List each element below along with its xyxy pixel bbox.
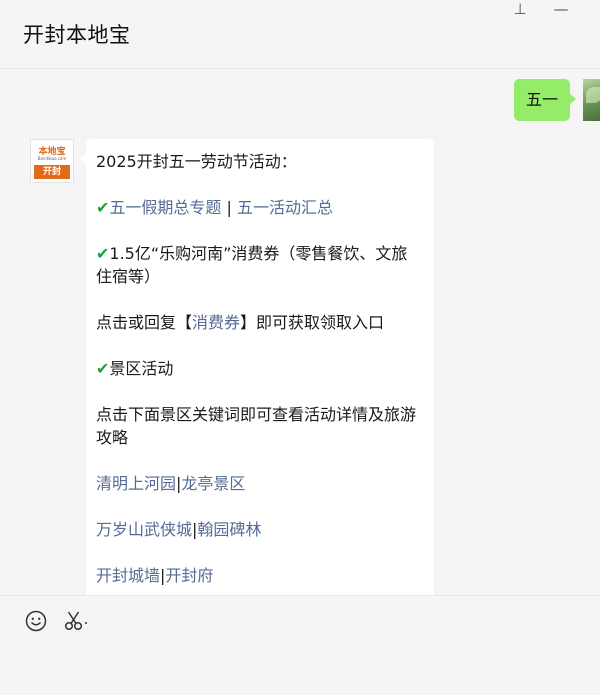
- link-qingming-park[interactable]: 清明上河园: [96, 474, 176, 493]
- scenic-heading: 景区活动: [109, 359, 174, 378]
- link-activity-summary[interactable]: 五一活动汇总: [237, 198, 333, 217]
- coupon-reply-before: 点击或回复【: [96, 313, 193, 332]
- link-kaifeng-fu[interactable]: 开封府: [165, 566, 213, 585]
- message-line-links-1: 清明上河园|龙亭景区: [96, 472, 422, 495]
- logo-domain-text: Bendibao.com: [37, 156, 67, 161]
- message-line-links-3: 开封城墙|开封府: [96, 564, 422, 587]
- avatar-leaf-decoration: [586, 87, 600, 103]
- check-icon: ✔: [96, 244, 110, 263]
- my-avatar[interactable]: [583, 79, 600, 121]
- logo-city-text: 开封: [34, 165, 70, 179]
- outgoing-message[interactable]: 五一: [514, 79, 576, 121]
- link-holiday-topic[interactable]: 五一假期总专题: [109, 198, 221, 217]
- link-coupons[interactable]: 消费券: [192, 313, 240, 332]
- bot-avatar[interactable]: 本地宝 Bendibao.com 开封: [30, 139, 74, 183]
- chat-area: 五一 本地宝 Bendibao.com 开封 2025开封五一劳动节活动： ✔五…: [0, 69, 600, 595]
- check-icon: ✔: [96, 198, 110, 217]
- title-bar: 开封本地宝 ⊥ —: [0, 0, 600, 69]
- link-wansuishan[interactable]: 万岁山武侠城: [96, 520, 192, 539]
- emoji-icon[interactable]: [25, 610, 47, 636]
- message-line-coupon-reply: 点击或回复【消费券】即可获取领取入口: [96, 311, 422, 334]
- link-longting[interactable]: 龙亭景区: [181, 474, 245, 493]
- link-city-wall[interactable]: 开封城墙: [96, 566, 160, 585]
- separator: |: [221, 198, 237, 217]
- coupon-reply-after: 】即可获取领取入口: [240, 313, 385, 332]
- link-hanyuan[interactable]: 翰园碑林: [197, 520, 261, 539]
- message-heading: 2025开封五一劳动节活动：: [96, 152, 297, 171]
- check-icon: ✔: [96, 359, 110, 378]
- message-line-instruction: 点击下面景区关键词即可查看活动详情及旅游攻略: [96, 405, 417, 447]
- scissors-icon[interactable]: [64, 610, 90, 636]
- pin-icon[interactable]: ⊥: [505, 0, 535, 20]
- minimize-button[interactable]: —: [546, 0, 576, 20]
- message-line-coupons: ✔1.5亿“乐购河南”消费券（零售餐饮、文旅住宿等）: [96, 242, 422, 288]
- message-line-links-2: 万岁山武侠城|翰园碑林: [96, 518, 422, 541]
- chat-title: 开封本地宝: [23, 23, 131, 47]
- incoming-message: 2025开封五一劳动节活动： ✔五一假期总专题 | 五一活动汇总 ✔1.5亿“乐…: [80, 139, 434, 595]
- coupon-text: 1.5亿“乐购河南”消费券（零售餐饮、文旅住宿等）: [96, 244, 408, 286]
- message-line-topics: ✔五一假期总专题 | 五一活动汇总: [96, 196, 422, 219]
- message-line-scenic: ✔景区活动: [96, 357, 422, 380]
- input-area[interactable]: [0, 595, 600, 695]
